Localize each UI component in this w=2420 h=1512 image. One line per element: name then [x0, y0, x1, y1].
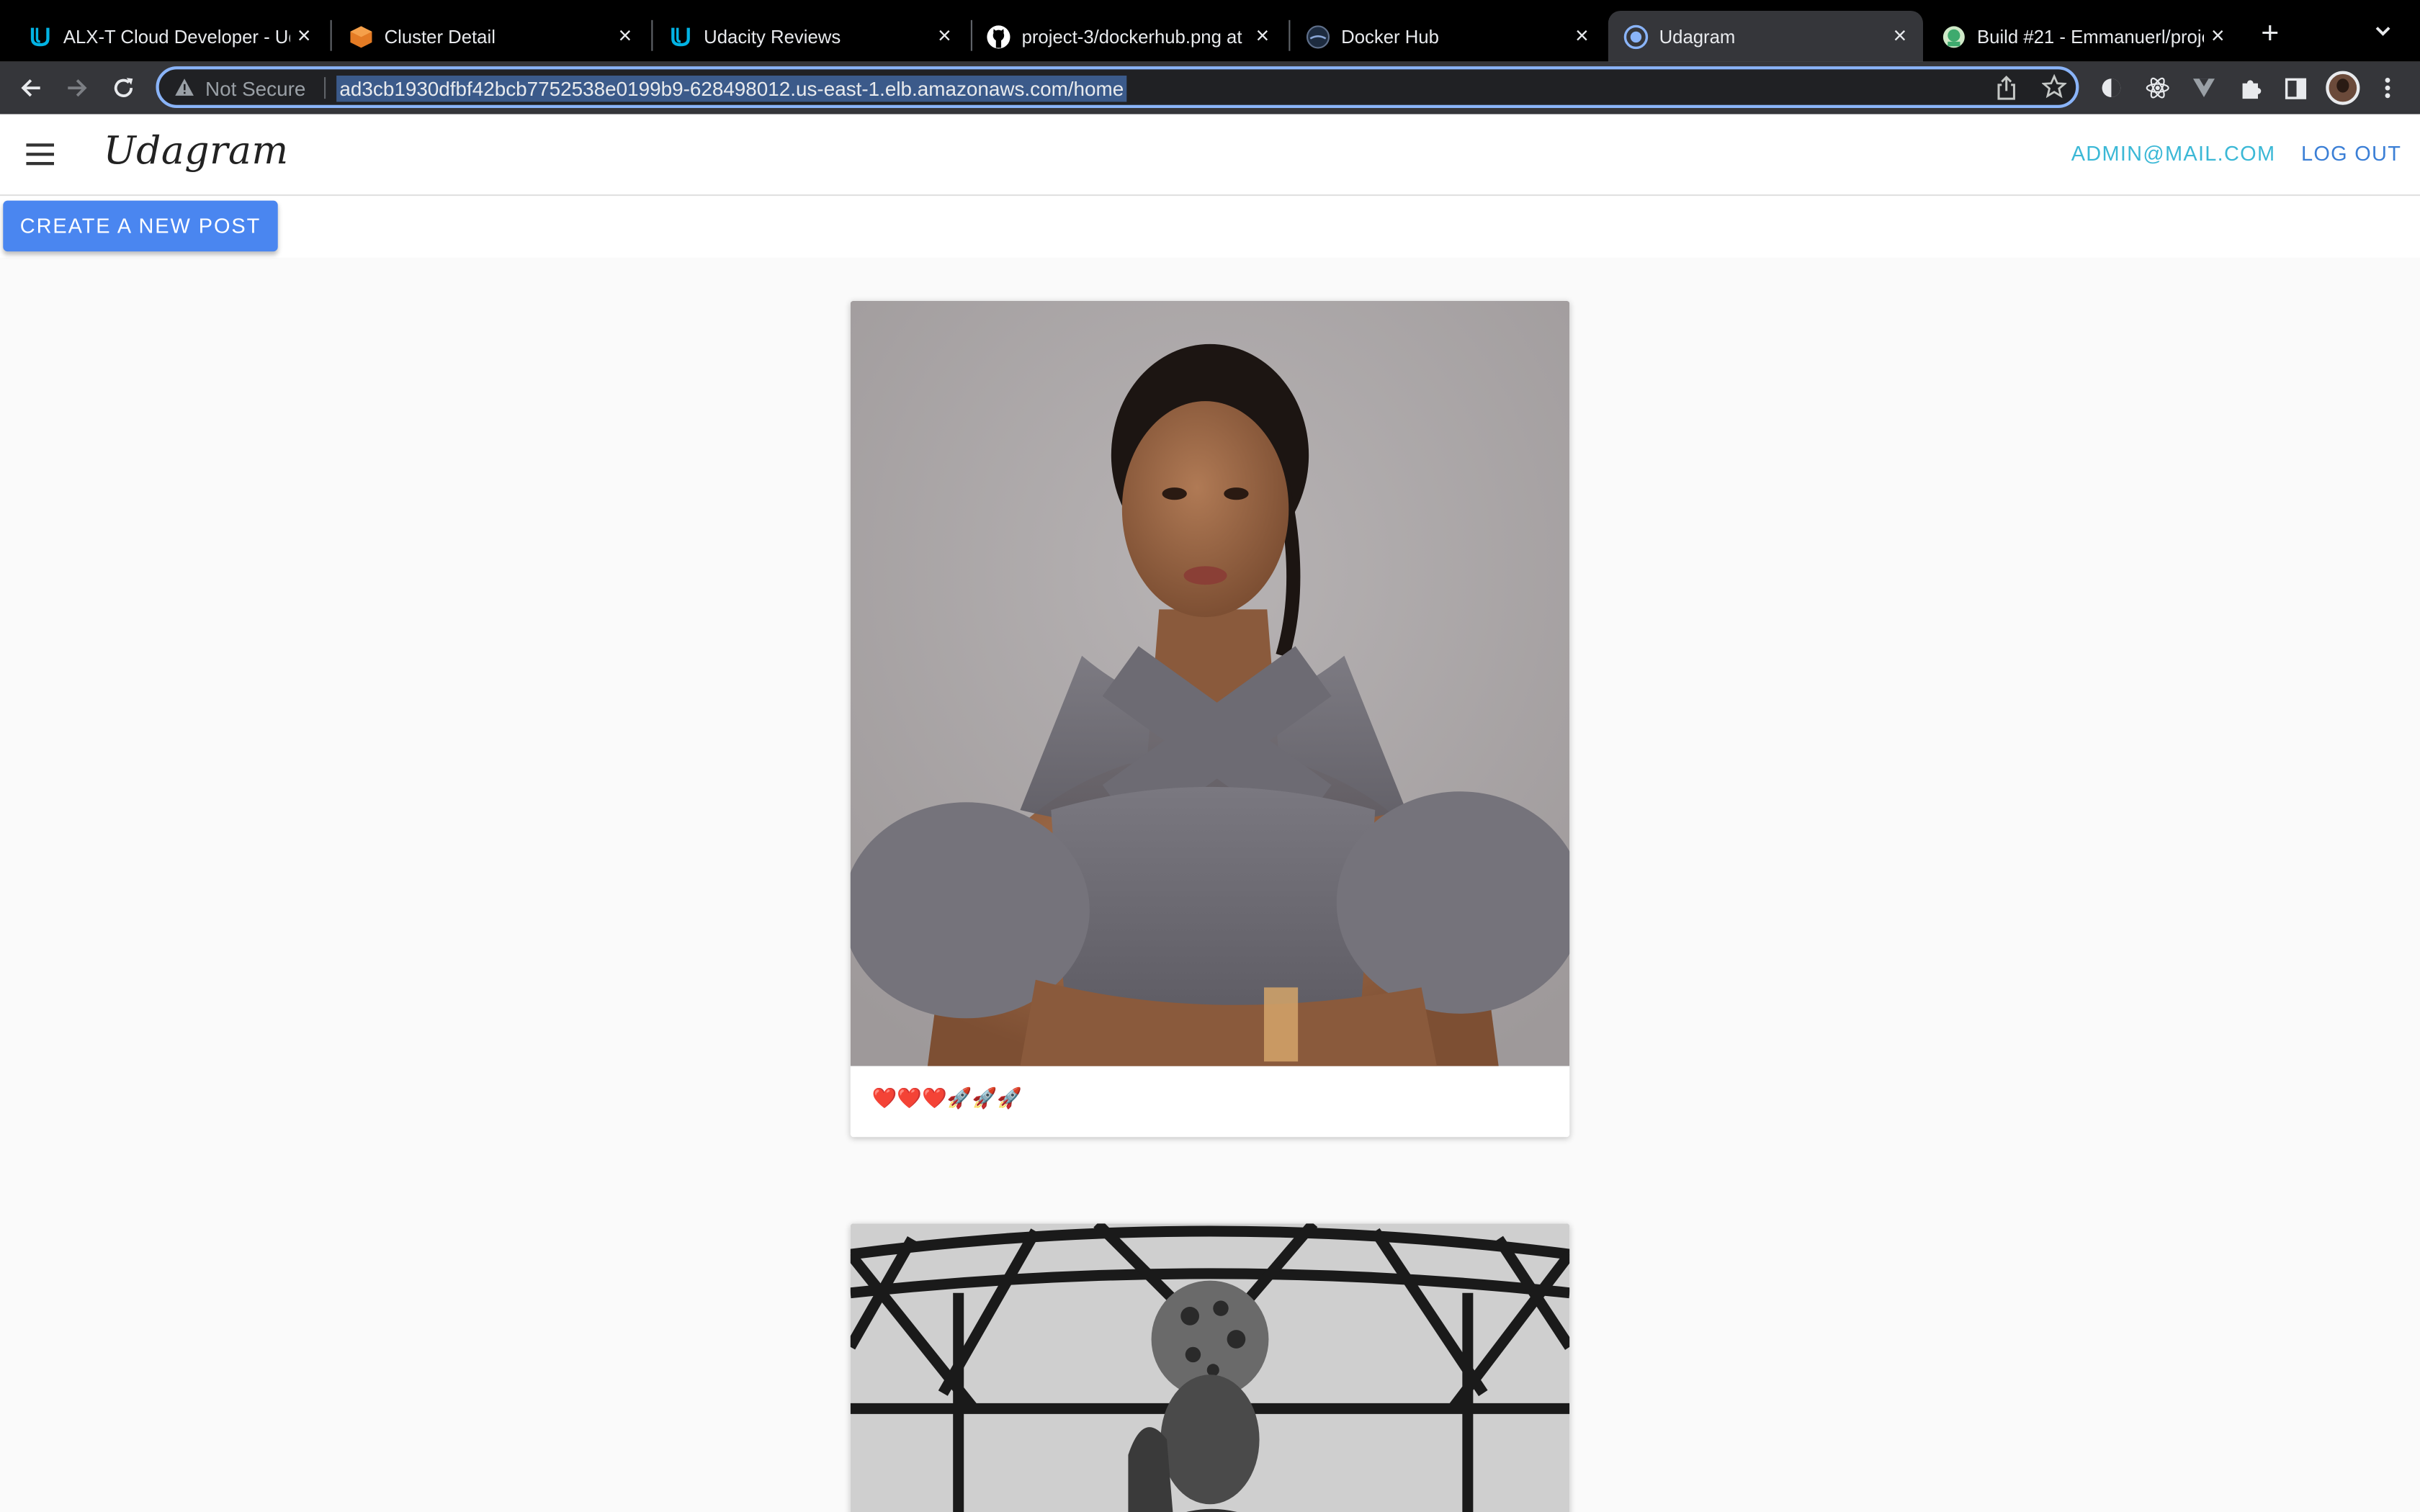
aws-cube-icon — [349, 24, 373, 48]
app-logo[interactable]: Udagram — [104, 128, 289, 173]
globe-icon — [1623, 24, 1649, 49]
feed-post-card[interactable] — [850, 1223, 1570, 1512]
forward-arrow-icon[interactable] — [62, 73, 93, 104]
browser-tab-6[interactable]: Build #21 - Emmanuerl/proje × — [1926, 11, 2241, 62]
tab-title: Udacity Reviews — [704, 25, 841, 48]
post-caption: ❤️❤️❤️🚀🚀🚀 — [871, 1086, 1022, 1110]
create-post-button[interactable]: CREATE A NEW POST — [3, 200, 278, 252]
kebab-menu-icon[interactable] — [2374, 74, 2402, 102]
hamburger-menu-icon[interactable] — [26, 143, 54, 166]
close-tab-icon[interactable]: × — [1886, 24, 1914, 48]
docker-icon — [1306, 24, 1330, 48]
udacity-icon — [668, 24, 693, 48]
browser-tab-2[interactable]: Udacity Reviews × — [653, 11, 967, 62]
url-text[interactable]: ad3cb1930dfbf42bcb7752538e0199b9-6284980… — [336, 76, 1127, 102]
app-header: Udagram ADMIN@MAIL.COM LOG OUT — [0, 114, 2420, 197]
puzzle-extensions-icon[interactable] — [2236, 74, 2264, 102]
browser-tab-1[interactable]: Cluster Detail × — [333, 11, 648, 62]
vue-devtools-icon[interactable] — [2190, 74, 2218, 102]
omnibox-divider — [324, 77, 326, 99]
browser-toolbar: Not Secure ad3cb1930dfbf42bcb7752538e019… — [0, 61, 2420, 114]
close-tab-icon[interactable]: × — [2204, 24, 2232, 48]
side-panel-icon[interactable] — [2281, 74, 2309, 102]
action-bar: CREATE A NEW POST — [0, 196, 2420, 258]
close-tab-icon[interactable]: × — [611, 24, 640, 48]
profile-avatar[interactable] — [2326, 71, 2360, 105]
feed-post-card[interactable]: ❤️❤️❤️🚀🚀🚀 — [850, 300, 1570, 1138]
browser-tab-5-active[interactable]: Udagram × — [1608, 11, 1923, 62]
browser-tab-4[interactable]: Docker Hub × — [1290, 11, 1605, 62]
reload-icon[interactable] — [108, 73, 139, 104]
share-icon[interactable] — [1996, 76, 2017, 108]
tab-title: Cluster Detail — [384, 25, 496, 48]
tab-title: Build #21 - Emmanuerl/proje — [1977, 25, 2204, 48]
post-image — [850, 300, 1570, 1066]
back-arrow-icon[interactable] — [15, 73, 46, 104]
user-email-link[interactable]: ADMIN@MAIL.COM — [2071, 142, 2276, 165]
travis-icon — [1942, 24, 1966, 48]
browser-tab-strip: ALX-T Cloud Developer - Uda × Cluster De… — [0, 0, 2420, 62]
warning-icon[interactable] — [174, 77, 194, 105]
new-tab-icon[interactable]: + — [2261, 19, 2279, 50]
address-bar[interactable]: Not Secure ad3cb1930dfbf42bcb7752538e019… — [156, 66, 2079, 108]
react-devtools-icon[interactable] — [2143, 74, 2172, 102]
tab-divider — [330, 19, 332, 51]
tab-title: project-3/dockerhub.png at — [1021, 25, 1242, 48]
browser-tab-3[interactable]: project-3/dockerhub.png at × — [971, 11, 1286, 62]
close-tab-icon[interactable]: × — [1568, 24, 1596, 48]
github-icon — [986, 24, 1010, 48]
logout-button[interactable]: LOG OUT — [2301, 142, 2401, 165]
udacity-icon — [28, 24, 53, 48]
chevron-down-icon[interactable] — [2374, 20, 2393, 48]
tab-title: Docker Hub — [1341, 25, 1439, 48]
close-tab-icon[interactable]: × — [931, 24, 959, 48]
security-label[interactable]: Not Secure — [205, 77, 305, 100]
extension-circle-icon[interactable] — [2097, 74, 2125, 102]
close-tab-icon[interactable]: × — [290, 24, 318, 48]
tab-title: Udagram — [1659, 25, 1736, 48]
close-tab-icon[interactable]: × — [1249, 24, 1277, 48]
post-image — [850, 1223, 1570, 1512]
bookmark-star-icon[interactable] — [2041, 73, 2068, 107]
tab-title: ALX-T Cloud Developer - Uda — [63, 25, 290, 48]
browser-tab-0[interactable]: ALX-T Cloud Developer - Uda × — [12, 11, 327, 62]
